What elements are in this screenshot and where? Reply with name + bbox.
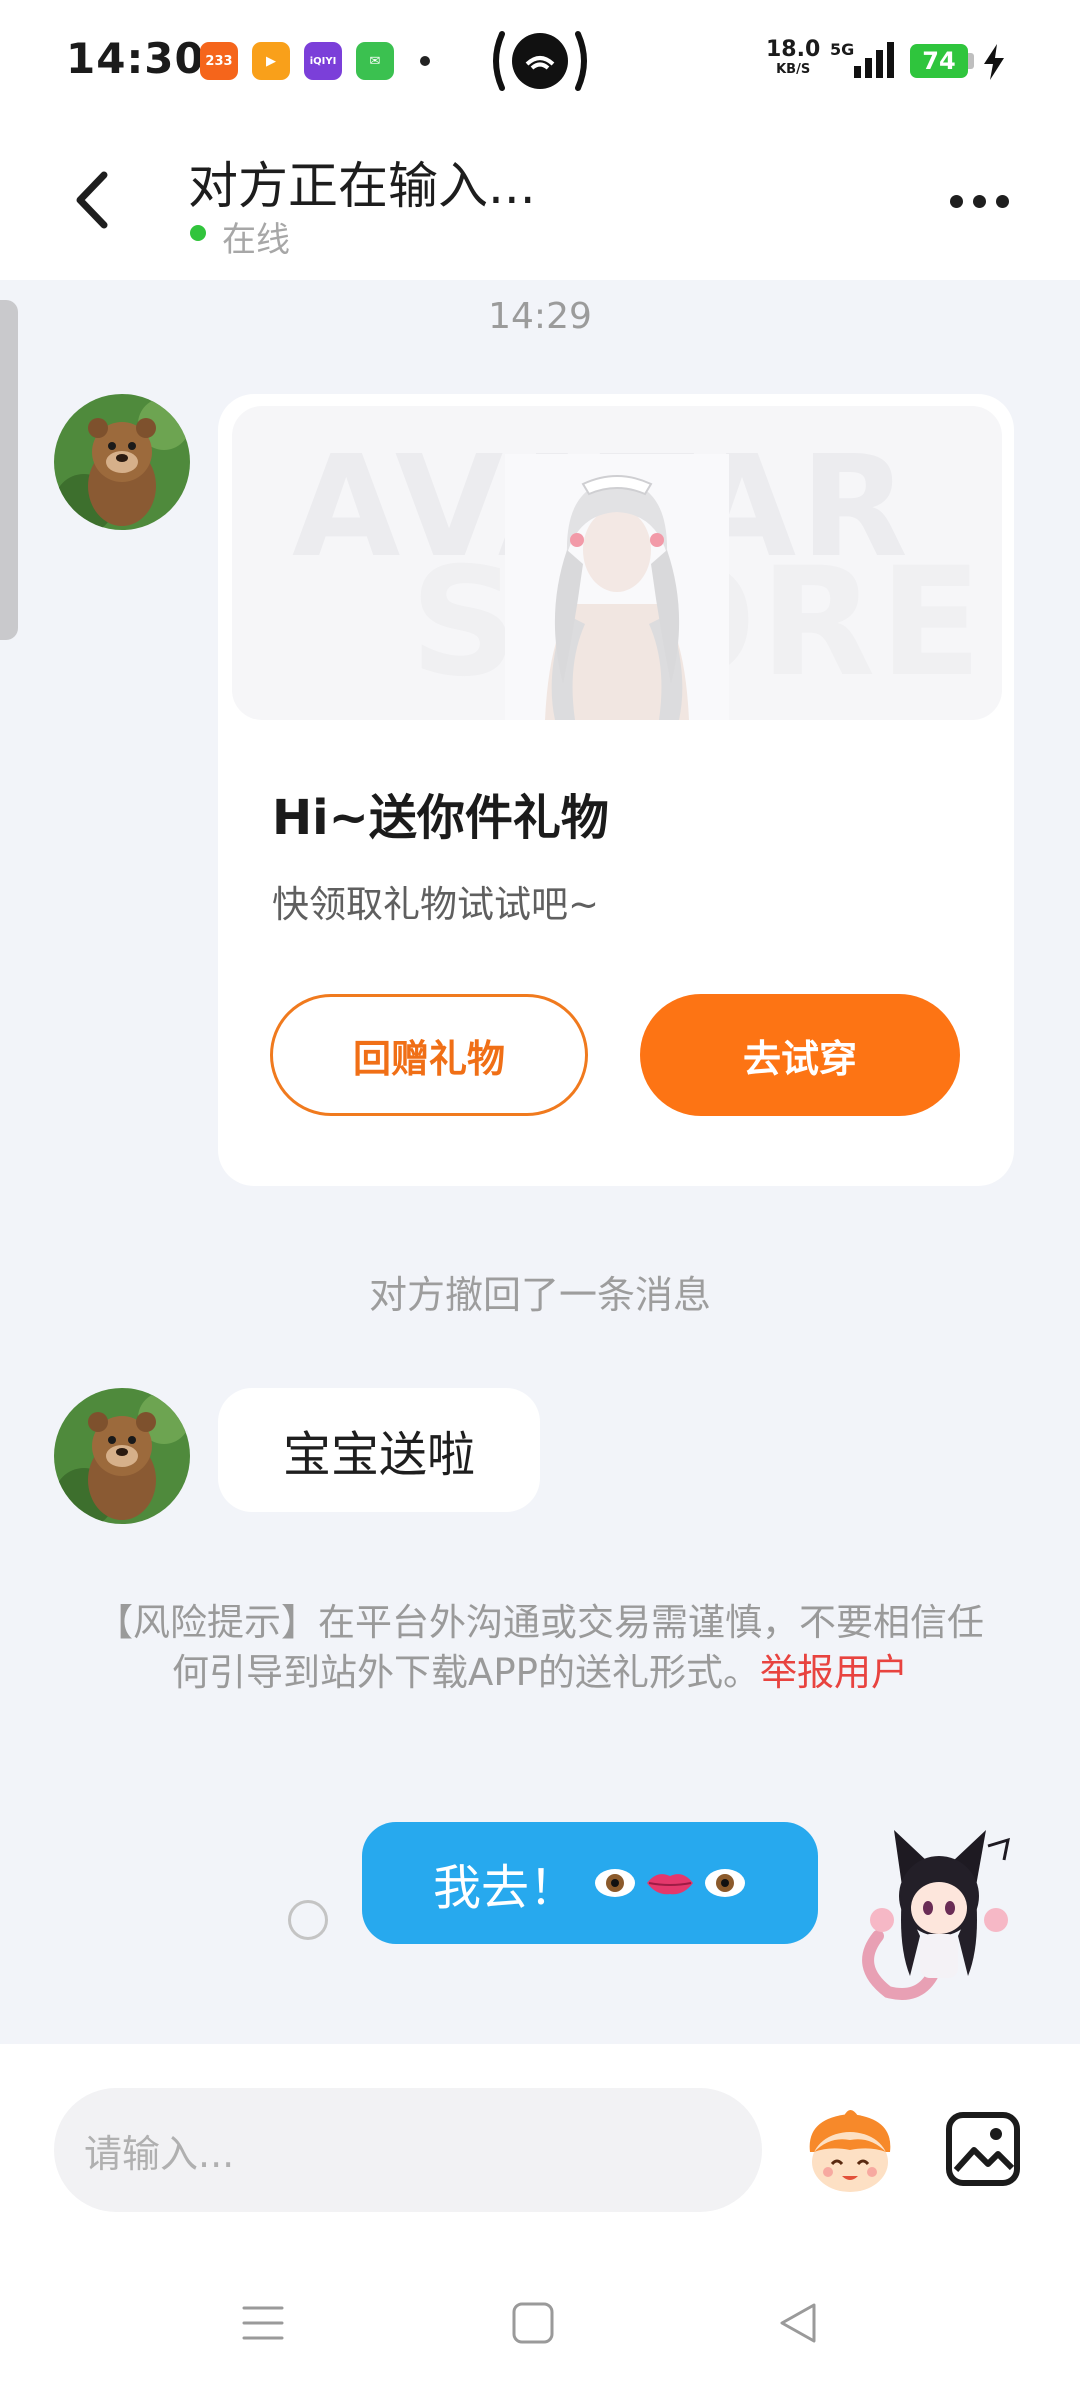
side-drawer-handle[interactable] (0, 300, 18, 640)
gift-banner[interactable]: AVATAR STORE (232, 406, 1002, 720)
message-timestamp: 14:29 (488, 296, 592, 337)
gift-title: Hi~送你件礼物 (272, 790, 609, 846)
back-arrow-icon[interactable] (66, 165, 126, 235)
more-notifications-dot (420, 56, 430, 66)
status-time: 14:30 (66, 34, 205, 83)
eye-emoji-icon (705, 1869, 745, 1897)
sender-avatar[interactable] (54, 1388, 190, 1524)
charging-icon (984, 44, 1004, 80)
outgoing-message-bubble[interactable]: 我去！ (362, 1822, 818, 1944)
hotspot-icon (493, 31, 587, 91)
chat-header (0, 120, 1080, 280)
network-type: 5G (830, 40, 855, 59)
incoming-message-text: 宝宝送啦 (282, 1427, 475, 1483)
message-input[interactable]: 请输入... (54, 2088, 762, 2212)
outgoing-message-text: 我去！ (432, 1860, 577, 1916)
return-gift-button[interactable]: 回赠礼物 (270, 994, 588, 1116)
battery-cap (968, 53, 974, 69)
net-speed-unit: KB/S (776, 62, 811, 77)
lips-emoji-icon (647, 1874, 693, 1895)
eyes-lips-emoji (593, 1867, 747, 1899)
my-avatar[interactable] (858, 1816, 1020, 2000)
eye-emoji-icon (595, 1869, 635, 1897)
recall-notice: 对方撤回了一条消息 (368, 1273, 711, 1317)
message-input-placeholder: 请输入... (84, 2131, 235, 2176)
net-speed: 18.0 KB/S (766, 37, 821, 80)
message-select-circle[interactable] (288, 1900, 328, 1940)
image-icon[interactable] (944, 2110, 1022, 2188)
message-app-icon: ✉ (356, 42, 394, 80)
home-nav-icon[interactable] (510, 2300, 556, 2346)
try-on-button[interactable]: 去试穿 (640, 994, 960, 1116)
back-nav-icon[interactable] (776, 2300, 822, 2346)
signal-icon (854, 42, 894, 78)
risk-notice: 【风险提示】在平台外沟通或交易需谨慎，不要相信任何引导到站外下载APP的送礼形式… (90, 1598, 990, 1698)
menu-nav-icon[interactable] (240, 2300, 286, 2346)
app-233-icon: 233 (200, 42, 238, 80)
battery-indicator: 74 (910, 44, 968, 78)
sender-avatar[interactable] (54, 394, 190, 530)
net-speed-value: 18.0 (766, 37, 821, 62)
report-user-link[interactable]: 举报用户 (760, 1651, 908, 1694)
emoji-mascot-icon[interactable] (800, 2106, 900, 2196)
more-icon[interactable] (950, 184, 1020, 218)
incoming-message-bubble[interactable]: 宝宝送啦 (218, 1388, 540, 1512)
chat-title: 对方正在输入... (188, 157, 536, 215)
online-status-dot (190, 225, 206, 241)
iqiyi-app-icon: iQIYI (304, 42, 342, 80)
online-status-label: 在线 (222, 220, 290, 260)
gift-subtitle: 快领取礼物试试吧~ (272, 883, 600, 926)
gift-outfit-image (505, 454, 729, 720)
video-app-icon: ▶ (252, 42, 290, 80)
